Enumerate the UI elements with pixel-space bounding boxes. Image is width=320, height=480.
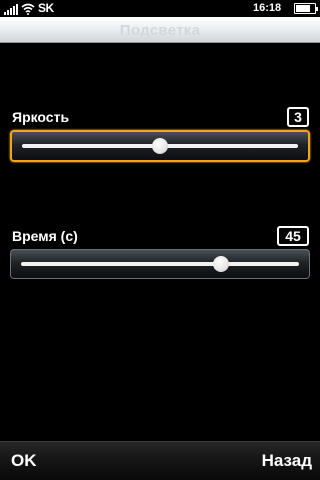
clock: 16:18 [253,2,282,14]
screen: SK 16:18 Подсветка Яркость 3 Время (с) 4… [0,0,320,480]
timeout-slider-track [21,262,299,266]
brightness-slider-thumb[interactable] [152,138,168,154]
ok-softkey[interactable]: OK [11,450,37,472]
timeout-label: Время (с) [12,228,78,244]
timeout-slider[interactable] [10,249,310,279]
battery-fill [296,5,310,12]
wifi-icon [21,3,35,15]
brightness-slider[interactable] [10,130,310,162]
status-bar: SK 16:18 [0,0,320,17]
timeout-slider-thumb[interactable] [213,256,230,272]
battery-icon [294,3,318,14]
carrier-label: SK [38,1,54,15]
signal-bars-icon [4,3,18,15]
back-softkey[interactable]: Назад [262,450,312,472]
page-title: Подсветка [119,22,201,39]
brightness-label: Яркость [12,109,70,125]
softkey-bar: OK Назад [0,441,320,480]
timeout-value: 45 [277,226,309,246]
brightness-value: 3 [287,107,309,127]
title-bar: Подсветка [0,17,320,43]
status-icons: SK [4,2,54,15]
